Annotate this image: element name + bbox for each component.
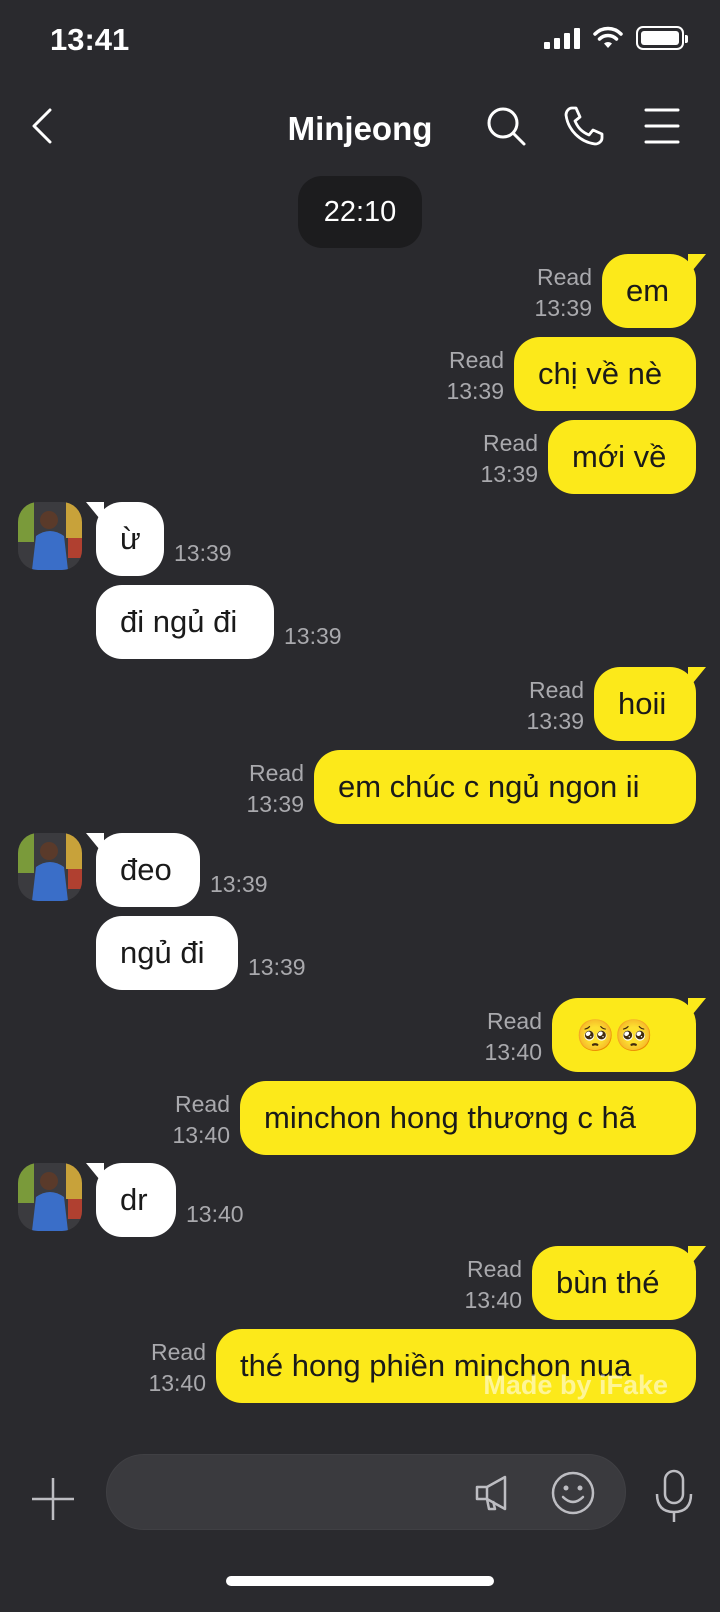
- message-meta: Read 13:39: [246, 758, 304, 820]
- input-bar: [0, 1440, 720, 1612]
- outgoing-message-bubble[interactable]: minchon hong thương c hã: [240, 1081, 696, 1155]
- message-row: 13:39 ừ: [0, 502, 720, 576]
- message-row: 13:39 đi ngủ đi: [0, 585, 720, 659]
- contact-avatar[interactable]: [18, 502, 82, 570]
- message-time: 13:39: [284, 623, 342, 649]
- outgoing-message-bubble[interactable]: thé hong phiền minchon nua: [216, 1329, 696, 1403]
- message-row: Read 13:39 hoii: [0, 667, 720, 741]
- megaphone-icon[interactable]: [471, 1469, 519, 1517]
- message-meta: Read 13:39: [480, 428, 538, 490]
- message-row: Read 13:39 mới về: [0, 420, 720, 494]
- message-meta: Read 13:40: [172, 1089, 230, 1151]
- message-row: Read 13:39 chị về nè: [0, 337, 720, 411]
- message-row: Read 13:39 em: [0, 254, 720, 328]
- outgoing-message-bubble[interactable]: em: [602, 254, 706, 328]
- message-meta: Read 13:39: [446, 345, 504, 407]
- read-status: Read: [175, 1091, 230, 1117]
- message-time: 13:39: [526, 708, 584, 734]
- message-time: 13:39: [174, 540, 232, 566]
- message-list[interactable]: Read 13:39 em Read 13:39 chị về nè Read 13:39 mớ…: [0, 0, 720, 1440]
- message-row: Read 13:39 em chúc c ngủ ngon ii: [0, 750, 720, 824]
- outgoing-message-bubble[interactable]: bùn thé: [532, 1246, 706, 1320]
- message-time: 13:39: [480, 461, 538, 487]
- incoming-message-bubble[interactable]: đeo: [86, 833, 200, 907]
- message-row: 13:40 dr: [0, 1163, 720, 1237]
- read-status: Read: [487, 1008, 542, 1034]
- message-row: 13:39 đeo: [0, 833, 720, 907]
- message-time: 13:40: [484, 1039, 542, 1065]
- read-status: Read: [151, 1339, 206, 1365]
- emoji-icon[interactable]: [549, 1469, 597, 1517]
- message-time: 13:39: [210, 871, 268, 897]
- incoming-message-bubble[interactable]: ngủ đi: [96, 916, 238, 990]
- contact-avatar[interactable]: [18, 1163, 82, 1231]
- message-row: 13:39 ngủ đi: [0, 916, 720, 990]
- outgoing-message-bubble[interactable]: mới về: [548, 420, 696, 494]
- message-row: Read 13:40 minchon hong thương c hã: [0, 1081, 720, 1155]
- outgoing-message-bubble[interactable]: hoii: [594, 667, 706, 741]
- microphone-icon[interactable]: [652, 1468, 696, 1524]
- message-meta: Read 13:40: [464, 1254, 522, 1316]
- incoming-message-bubble[interactable]: dr: [86, 1163, 176, 1237]
- outgoing-message-bubble[interactable]: 🥺🥺: [552, 998, 706, 1072]
- read-status: Read: [467, 1256, 522, 1282]
- incoming-message-bubble[interactable]: ừ: [86, 502, 164, 576]
- message-time: 13:40: [148, 1370, 206, 1396]
- incoming-message-bubble[interactable]: đi ngủ đi: [96, 585, 274, 659]
- plus-icon[interactable]: [30, 1476, 76, 1522]
- message-meta: Read 13:40: [484, 1006, 542, 1068]
- message-time: 13:39: [534, 295, 592, 321]
- message-meta: Read 13:39: [534, 262, 592, 324]
- message-time: 13:39: [246, 791, 304, 817]
- message-row: Read 13:40 bùn thé: [0, 1246, 720, 1320]
- message-time: 13:39: [446, 378, 504, 404]
- contact-avatar[interactable]: [18, 833, 82, 901]
- outgoing-message-bubble[interactable]: em chúc c ngủ ngon ii: [314, 750, 696, 824]
- message-row: Read 13:40 🥺🥺: [0, 998, 720, 1072]
- message-row: Read 13:40 thé hong phiền minchon nua: [0, 1329, 720, 1403]
- message-time: 13:40: [186, 1201, 244, 1227]
- message-meta: Read 13:40: [148, 1337, 206, 1399]
- read-status: Read: [529, 677, 584, 703]
- read-status: Read: [483, 430, 538, 456]
- message-time: 13:40: [464, 1287, 522, 1313]
- read-status: Read: [249, 760, 304, 786]
- message-input[interactable]: [107, 1455, 625, 1529]
- message-meta: Read 13:39: [526, 675, 584, 737]
- home-indicator: [226, 1576, 494, 1586]
- message-time: 13:40: [172, 1122, 230, 1148]
- message-input-box[interactable]: [106, 1454, 626, 1530]
- read-status: Read: [537, 264, 592, 290]
- read-status: Read: [449, 347, 504, 373]
- message-time: 13:39: [248, 954, 306, 980]
- outgoing-message-bubble[interactable]: chị về nè: [514, 337, 696, 411]
